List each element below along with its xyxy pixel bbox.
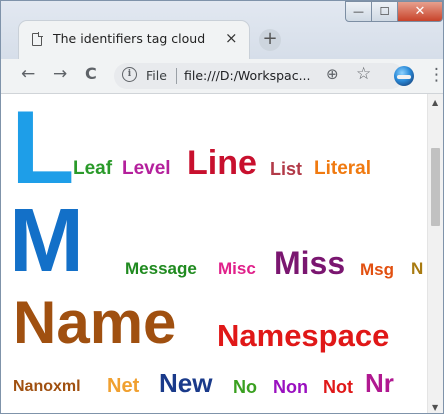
tag-cloud: L Leaf Level Line List Literal M Message… bbox=[1, 94, 427, 413]
address-bar[interactable]: i File file:///D:/Workspac... ⊕ ☆ bbox=[114, 63, 404, 89]
tag-word[interactable]: Leaf bbox=[73, 159, 112, 178]
tag-word[interactable]: Message bbox=[125, 260, 197, 277]
scrollbar-thumb[interactable] bbox=[431, 148, 440, 226]
tag-word[interactable]: Net bbox=[107, 376, 139, 396]
minimize-button[interactable]: — bbox=[345, 1, 372, 22]
tag-word[interactable]: Namespace bbox=[217, 320, 389, 351]
tag-word[interactable]: Msg bbox=[360, 261, 394, 278]
tag-word[interactable]: List bbox=[270, 160, 302, 178]
tag-word[interactable]: Nanoxml bbox=[13, 379, 81, 395]
tag-word[interactable]: Miss bbox=[274, 247, 345, 279]
browser-window: The identifiers tag cloud × + — ☐ ✕ ← → … bbox=[0, 0, 444, 414]
document-icon bbox=[32, 32, 43, 46]
extension-icon[interactable] bbox=[394, 66, 414, 86]
window-controls: — ☐ ✕ bbox=[345, 1, 443, 23]
address-separator bbox=[176, 68, 177, 84]
tag-word[interactable]: Name bbox=[13, 293, 176, 353]
tag-word[interactable]: Literal bbox=[314, 159, 371, 178]
tab-close-icon[interactable]: × bbox=[225, 29, 238, 47]
title-bar: The identifiers tag cloud × + — ☐ ✕ bbox=[1, 1, 443, 59]
tag-word[interactable]: Non bbox=[273, 378, 308, 396]
tag-word[interactable]: L bbox=[11, 96, 75, 200]
tag-word[interactable]: Nr bbox=[365, 370, 394, 396]
new-tab-button[interactable]: + bbox=[259, 29, 281, 51]
tag-word[interactable]: Not bbox=[323, 378, 353, 396]
menu-icon[interactable]: ⋮ bbox=[428, 65, 443, 85]
zoom-icon[interactable]: ⊕ bbox=[326, 65, 339, 83]
back-arrow-icon[interactable]: ← bbox=[21, 64, 35, 84]
tag-word[interactable]: M bbox=[9, 196, 84, 286]
tag-word[interactable]: No bbox=[233, 378, 257, 396]
scroll-down-arrow-icon[interactable]: ▼ bbox=[432, 403, 438, 412]
tab-title: The identifiers tag cloud bbox=[53, 31, 206, 46]
tag-word[interactable]: Misc bbox=[218, 260, 256, 277]
maximize-button[interactable]: ☐ bbox=[372, 1, 398, 22]
tag-word[interactable]: N bbox=[411, 260, 423, 277]
info-icon[interactable]: i bbox=[122, 67, 137, 82]
forward-arrow-icon[interactable]: → bbox=[53, 64, 67, 84]
url-scheme-label: File bbox=[146, 68, 167, 83]
close-window-button[interactable]: ✕ bbox=[398, 1, 443, 22]
reload-icon[interactable]: C bbox=[85, 64, 97, 83]
vertical-scrollbar[interactable]: ▲ ▼ bbox=[427, 94, 443, 413]
toolbar: ← → C i File file:///D:/Workspac... ⊕ ☆ … bbox=[1, 59, 443, 94]
scroll-up-arrow-icon[interactable]: ▲ bbox=[432, 98, 438, 107]
bookmark-star-icon[interactable]: ☆ bbox=[356, 64, 371, 84]
tag-word[interactable]: New bbox=[159, 370, 212, 396]
tag-word[interactable]: Level bbox=[122, 159, 171, 178]
tab-tag-cloud[interactable]: The identifiers tag cloud × bbox=[19, 21, 249, 59]
tag-word[interactable]: Line bbox=[187, 146, 257, 180]
url-text[interactable]: file:///D:/Workspac... bbox=[184, 68, 310, 83]
